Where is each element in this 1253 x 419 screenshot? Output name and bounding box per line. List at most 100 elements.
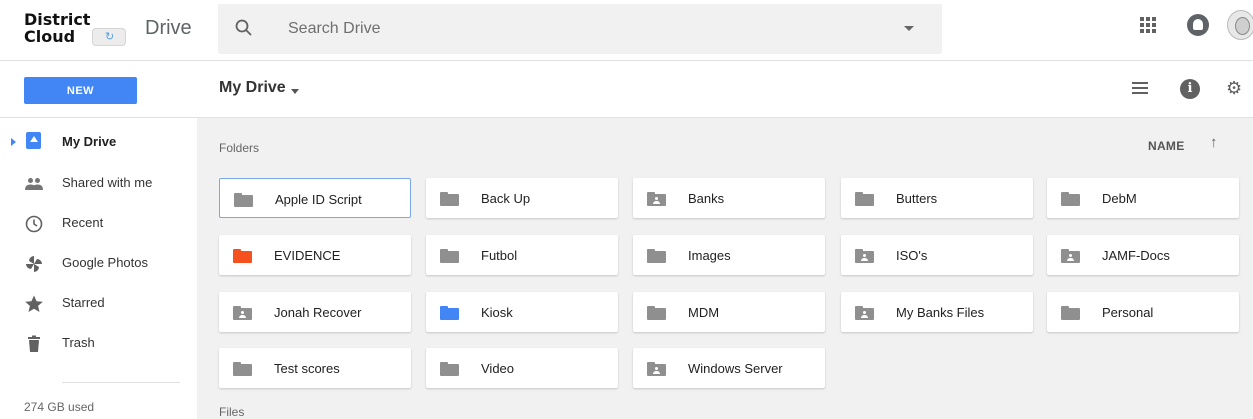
folder-name: EVIDENCE — [274, 248, 341, 263]
search-input[interactable] — [288, 18, 848, 40]
search-icon[interactable] — [234, 18, 254, 38]
files-section-label: Files — [219, 405, 245, 419]
sidebar-item-label: My Drive — [62, 134, 117, 149]
folder-name: Test scores — [274, 361, 340, 376]
folder-item[interactable]: Futbol — [426, 235, 618, 275]
folder-name: Windows Server — [688, 361, 783, 376]
folder-item[interactable]: Personal — [1047, 292, 1239, 332]
folder-item[interactable]: JAMF-Docs — [1047, 235, 1239, 275]
apps-grid-icon[interactable] — [1140, 17, 1156, 33]
expand-arrow-icon[interactable] — [11, 138, 16, 146]
folder-icon — [440, 362, 459, 376]
cloud-icon: ↻ — [92, 28, 126, 46]
folder-name: JAMF-Docs — [1102, 248, 1170, 263]
shared-folder-icon — [855, 306, 874, 320]
star-icon — [25, 295, 43, 312]
chevron-down-icon[interactable] — [291, 89, 299, 94]
folder-name: DebM — [1102, 191, 1137, 206]
folder-icon — [440, 192, 459, 206]
shared-folder-icon — [647, 362, 666, 376]
folder-item[interactable]: Windows Server — [633, 348, 825, 388]
sidebar-item-trash[interactable]: Trash — [0, 324, 197, 364]
folder-icon — [234, 193, 253, 207]
folder-item[interactable]: Images — [633, 235, 825, 275]
list-view-icon[interactable] — [1132, 82, 1148, 96]
search-options-dropdown-icon[interactable] — [904, 26, 914, 31]
shared-folder-icon — [1061, 249, 1080, 263]
toolbar: NEW My Drive i ⚙ — [0, 61, 1253, 118]
sidebar-item-label: Trash — [62, 335, 95, 350]
folder-item[interactable]: Test scores — [219, 348, 411, 388]
folder-name: Video — [481, 361, 515, 376]
folder-name: My Banks Files — [896, 305, 985, 320]
folder-icon — [647, 249, 666, 263]
folder-item[interactable]: Back Up — [426, 178, 618, 218]
drive-icon — [26, 132, 41, 149]
folder-icon — [1061, 306, 1080, 320]
sidebar-item-shared-with-me[interactable]: Shared with me — [0, 164, 197, 204]
folder-name: MDM — [688, 305, 720, 320]
info-icon[interactable]: i — [1180, 79, 1200, 99]
folder-item[interactable]: Butters — [841, 178, 1033, 218]
top-bar: District Cloud ↻ Drive — [0, 0, 1253, 61]
storage-usage[interactable]: 274 GB used — [24, 400, 94, 414]
sort-direction-arrow-icon[interactable]: ↑ — [1210, 134, 1218, 151]
people-icon — [25, 178, 43, 190]
sidebar-item-label: Starred — [62, 295, 105, 310]
shared-folder-icon — [647, 192, 666, 206]
folder-name: Banks — [688, 191, 725, 206]
folder-item[interactable]: My Banks Files — [841, 292, 1033, 332]
sidebar-divider — [62, 382, 180, 383]
folder-name: ISO's — [896, 248, 928, 263]
sidebar-item-recent[interactable]: Recent — [0, 204, 197, 244]
folder-item[interactable]: Banks — [633, 178, 825, 218]
folder-icon — [440, 249, 459, 263]
folder-name: Jonah Recover — [274, 305, 362, 320]
folder-name: Apple ID Script — [275, 192, 362, 207]
district-cloud-logo[interactable]: District Cloud ↻ — [24, 12, 134, 50]
folder-name: Futbol — [481, 248, 518, 263]
folder-item[interactable]: MDM — [633, 292, 825, 332]
avatar[interactable] — [1227, 10, 1253, 40]
shared-folder-icon — [855, 249, 874, 263]
sidebar-item-label: Shared with me — [62, 175, 153, 190]
notifications-icon[interactable] — [1187, 14, 1209, 36]
trash-icon — [28, 335, 40, 352]
sidebar-item-my-drive[interactable]: My Drive — [0, 123, 197, 163]
logo-text-line1: District — [24, 10, 91, 29]
sidebar-item-starred[interactable]: Starred — [0, 284, 197, 324]
folder-item[interactable]: Jonah Recover — [219, 292, 411, 332]
search-box[interactable] — [218, 4, 942, 54]
sidebar-item-label: Recent — [62, 215, 104, 230]
folder-name: Back Up — [481, 191, 531, 206]
folder-icon — [855, 192, 874, 206]
clock-icon — [25, 215, 43, 233]
sidebar: My Drive Shared with me Recent Google Ph… — [0, 118, 197, 419]
sidebar-item-label: Google Photos — [62, 255, 149, 270]
folder-item[interactable]: Kiosk — [426, 292, 618, 332]
folder-name: Kiosk — [481, 305, 513, 320]
folder-name: Images — [688, 248, 731, 263]
sidebar-item-google-photos[interactable]: Google Photos — [0, 244, 197, 284]
logo-text-line2: Cloud — [24, 27, 76, 46]
folder-item[interactable]: Video — [426, 348, 618, 388]
folder-item[interactable]: EVIDENCE — [219, 235, 411, 275]
shared-folder-icon — [233, 306, 252, 320]
location-title[interactable]: My Drive — [219, 79, 286, 97]
folder-name: Butters — [896, 191, 938, 206]
new-button[interactable]: NEW — [24, 77, 137, 104]
folder-icon — [440, 306, 459, 320]
folder-icon — [1061, 192, 1080, 206]
gear-icon[interactable]: ⚙ — [1226, 79, 1244, 97]
folder-icon — [233, 249, 252, 263]
folder-icon — [647, 306, 666, 320]
main-content: Folders NAME ↑ Apple ID Script Back Up Ban… — [197, 118, 1253, 419]
folders-section-label: Folders — [219, 141, 260, 155]
folder-item[interactable]: Apple ID Script — [219, 178, 411, 218]
sort-by-name[interactable]: NAME — [1148, 139, 1185, 153]
pinwheel-icon — [26, 256, 42, 272]
folder-item[interactable]: DebM — [1047, 178, 1239, 218]
product-name: Drive — [145, 17, 192, 39]
folder-name: Personal — [1102, 305, 1154, 320]
folder-item[interactable]: ISO's — [841, 235, 1033, 275]
